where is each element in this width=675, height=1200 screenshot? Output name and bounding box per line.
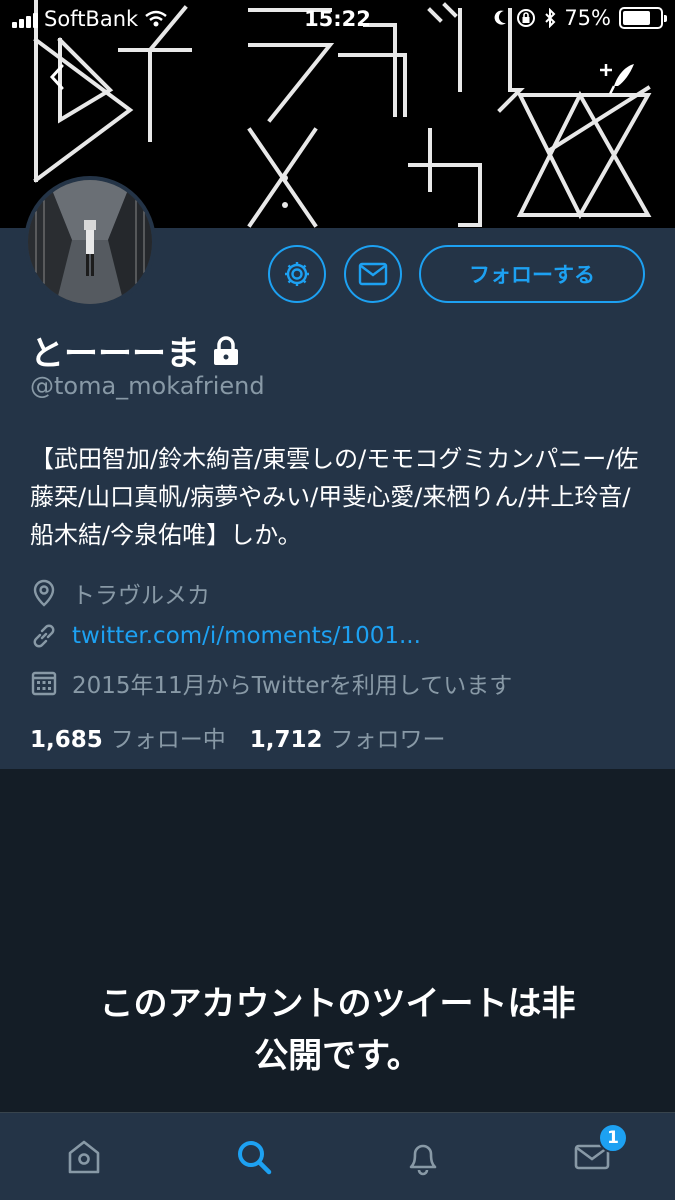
status-bar: SoftBank 15:22 75% xyxy=(0,0,675,40)
website-row[interactable]: twitter.com/i/moments/1001... xyxy=(30,621,421,651)
followers-stat[interactable]: 1,712 フォロワー xyxy=(250,720,446,754)
battery-percent: 75% xyxy=(564,6,611,30)
following-stat[interactable]: 1,685 フォロー中 xyxy=(30,720,226,754)
location-pin-icon xyxy=(33,579,55,607)
tab-home[interactable] xyxy=(62,1135,106,1179)
lock-icon xyxy=(214,335,238,365)
compose-icon[interactable] xyxy=(596,56,642,102)
gear-icon xyxy=(285,262,309,286)
following-count: 1,685 xyxy=(30,727,103,753)
follow-button[interactable]: フォローする xyxy=(419,245,645,303)
direct-message-button[interactable] xyxy=(344,245,402,303)
link-icon xyxy=(33,624,55,648)
joined-text: 2015年11月からTwitterを利用しています xyxy=(72,673,513,699)
status-right: 75% xyxy=(494,6,667,30)
followers-count: 1,712 xyxy=(249,727,323,753)
bottom-tab-bar xyxy=(0,1112,675,1200)
following-label: フォロー中 xyxy=(110,727,226,753)
protected-message-line1: このアカウントのツイートは非 xyxy=(99,984,576,1024)
rotation-lock-icon xyxy=(517,9,536,27)
website-link[interactable]: twitter.com/i/moments/1001... xyxy=(72,623,421,649)
avatar-photo xyxy=(28,180,152,304)
tab-notifications[interactable] xyxy=(401,1135,445,1179)
calendar-icon xyxy=(31,671,57,696)
settings-button[interactable] xyxy=(268,245,326,303)
home-icon xyxy=(68,1140,100,1174)
location-text: トラヴルメカ xyxy=(72,583,210,609)
protected-message-line2: 公開です。 xyxy=(254,1036,421,1076)
moon-icon xyxy=(494,10,507,25)
avatar[interactable] xyxy=(24,176,156,308)
follow-stats: 1,685 フォロー中 1,712 フォロワー xyxy=(30,720,446,754)
back-chevron-icon[interactable] xyxy=(44,62,74,92)
location-row: トラヴルメカ xyxy=(30,576,210,610)
mail-icon xyxy=(358,262,388,286)
bell-icon xyxy=(409,1144,437,1176)
search-icon xyxy=(238,1141,272,1175)
protected-tweets-message: このアカウントのツイートは非 公開です。 xyxy=(40,978,635,1082)
display-name-row: とーーーま xyxy=(30,326,240,375)
bluetooth-icon xyxy=(545,8,556,28)
profile-bio: 【武田智加/鈴木絢音/東雲しの/モモコグミカンパニー/佐藤栞/山口真帆/病夢やみ… xyxy=(30,445,639,549)
user-handle: @toma_mokafriend xyxy=(30,372,265,400)
messages-badge: 1 xyxy=(598,1123,628,1153)
battery-level xyxy=(623,11,650,25)
followers-label: フォロワー xyxy=(330,727,446,753)
display-name: とーーーま xyxy=(30,334,200,374)
tab-search[interactable] xyxy=(232,1135,276,1179)
battery-icon xyxy=(619,7,667,29)
joined-row: 2015年11月からTwitterを利用しています xyxy=(30,666,512,700)
